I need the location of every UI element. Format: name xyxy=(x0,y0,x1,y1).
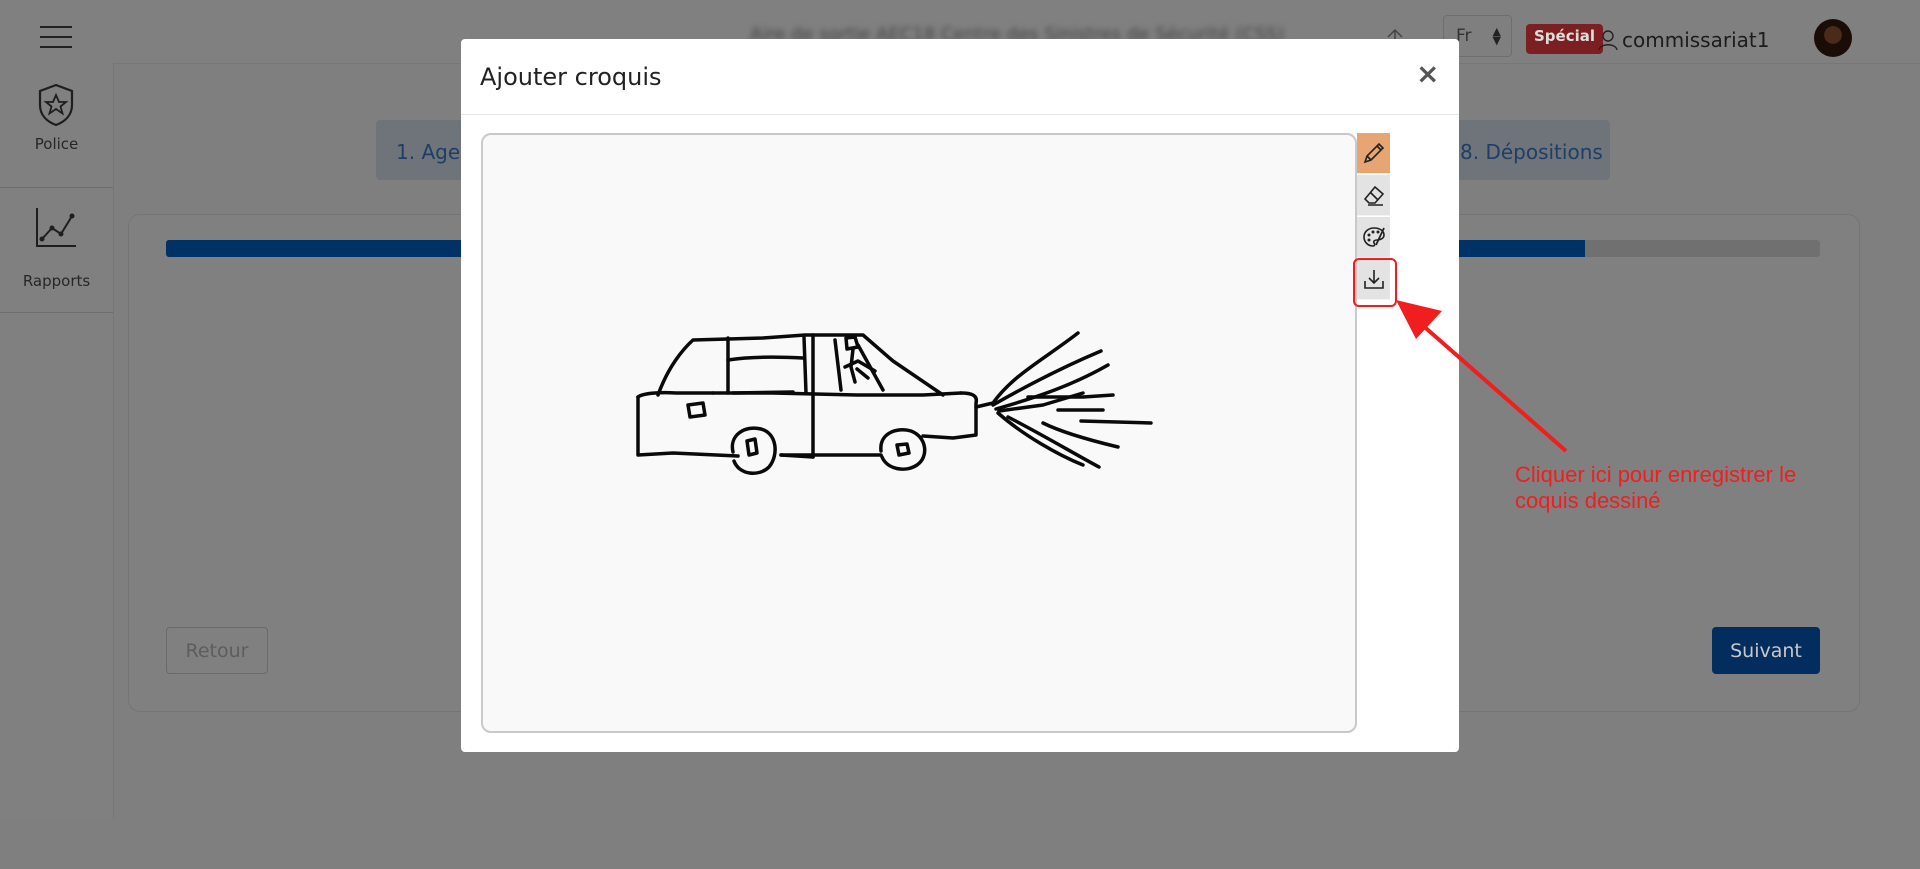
download-tool-button[interactable] xyxy=(1357,259,1390,300)
special-badge: Spécial xyxy=(1526,24,1604,54)
palette-tool-button[interactable] xyxy=(1357,217,1390,258)
sidebar-item-label: Rapports xyxy=(22,272,91,290)
modal-title: Ajouter croquis xyxy=(480,63,662,91)
hamburger-menu-icon[interactable] xyxy=(40,26,72,48)
sidebar-item-rapports[interactable]: Rapports xyxy=(0,188,113,313)
next-button[interactable]: Suivant xyxy=(1712,627,1820,674)
eraser-icon xyxy=(1363,185,1385,206)
avatar[interactable] xyxy=(1814,19,1852,57)
red-arrow-icon xyxy=(1396,300,1568,453)
pencil-tool-button[interactable] xyxy=(1357,133,1390,174)
sidebar-item-label: Police xyxy=(34,135,79,153)
sidebar-item-police[interactable]: Police xyxy=(0,63,113,188)
wizard-step-8[interactable]: 8. Dépositions xyxy=(1460,140,1603,164)
sketch-canvas[interactable] xyxy=(481,133,1357,733)
download-icon xyxy=(1364,270,1384,289)
user-icon xyxy=(1598,30,1618,51)
sidebar: Police Rapports xyxy=(0,63,114,819)
shield-star-icon xyxy=(38,83,74,127)
eraser-tool-button[interactable] xyxy=(1357,175,1390,216)
palette-icon xyxy=(1363,227,1385,247)
annotation-text: Cliquer ici pour enregistrer le coquis d… xyxy=(1515,462,1797,513)
close-icon[interactable]: × xyxy=(1416,60,1439,88)
sketch-drawing xyxy=(636,331,1153,475)
line-chart-icon xyxy=(36,208,76,247)
select-caret-icon: ▲ ▼ xyxy=(1492,25,1501,47)
back-button[interactable]: Retour xyxy=(166,627,268,674)
username-label[interactable]: commissariat1 xyxy=(1622,28,1769,52)
modal-header: Ajouter croquis × xyxy=(461,39,1459,115)
pencil-icon xyxy=(1363,142,1385,164)
add-sketch-modal: Ajouter croquis × xyxy=(461,39,1459,752)
